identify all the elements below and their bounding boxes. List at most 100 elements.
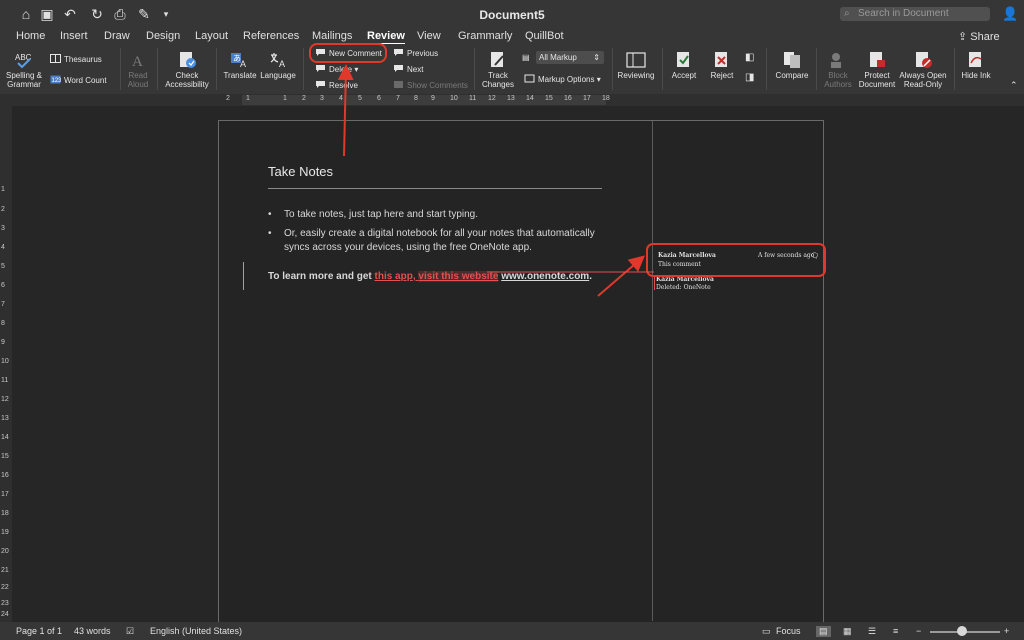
web-layout-view-icon[interactable]: ▦ (843, 626, 852, 637)
focus-mode-button[interactable]: Focus (776, 626, 801, 636)
body-paragraph[interactable]: To learn more and get this app, visit th… (268, 271, 592, 282)
outline-view-icon[interactable]: ☰ (868, 626, 876, 637)
zoom-slider-thumb[interactable] (957, 626, 967, 636)
reviewing-pane-button[interactable]: Reviewing (614, 51, 658, 80)
previous-icon (394, 49, 403, 56)
tab-review[interactable]: Review (367, 30, 405, 45)
ruler-number: 2 (226, 95, 230, 102)
tab-design[interactable]: Design (146, 30, 180, 42)
chevron-down-icon: ▾ (596, 75, 601, 84)
always-open-read-only-button[interactable]: Always Open Read-Only (898, 51, 948, 89)
new-comment-button[interactable]: New Comment (315, 48, 382, 59)
focus-icon[interactable]: ▭ (762, 626, 771, 637)
tab-view[interactable]: View (417, 30, 441, 42)
ruler-number: 17 (583, 95, 591, 102)
ruler-number: 1 (1, 186, 5, 193)
collapse-ribbon-icon[interactable]: ⌃ (1010, 80, 1018, 91)
ribbon-separator (954, 48, 955, 90)
delete-comment-button[interactable]: Delete ▾ (315, 64, 358, 75)
paragraph-text: . (589, 271, 592, 282)
print-layout-view-icon[interactable]: ▤ (816, 626, 831, 637)
ruler-number: 8 (414, 95, 418, 102)
read-aloud-label-2: Aloud (127, 80, 149, 89)
draft-view-icon[interactable]: ≡ (893, 626, 898, 636)
ruler-number: 7 (1, 301, 5, 308)
ruler-number: 9 (1, 339, 5, 346)
accept-button[interactable]: Accept (666, 51, 702, 80)
zoom-in-icon[interactable]: + (1004, 626, 1009, 636)
ribbon-separator (303, 48, 304, 90)
next-label: Next (407, 65, 424, 74)
ruler-number: 18 (602, 95, 610, 102)
tab-grammarly[interactable]: Grammarly (458, 30, 512, 42)
search-input[interactable]: ⌕ Search in Document (840, 7, 990, 21)
tab-references[interactable]: References (243, 30, 299, 42)
tab-home[interactable]: Home (16, 30, 45, 42)
ruler-number: 18 (1, 510, 9, 517)
reject-button[interactable]: Reject (704, 51, 740, 80)
word-count[interactable]: 43 words (74, 626, 111, 636)
tab-quillbot[interactable]: QuillBot (525, 30, 564, 42)
account-icon[interactable]: 👤 (1002, 6, 1018, 21)
hyperlink[interactable]: www.onenote.com (501, 271, 589, 282)
tab-draw[interactable]: Draw (104, 30, 130, 42)
reply-icon[interactable]: 🗨 (810, 252, 819, 260)
compare-button[interactable]: Compare (770, 51, 814, 80)
word-count-button[interactable]: 123 Word Count (50, 75, 107, 86)
markup-icon: ▤ (522, 53, 530, 62)
compare-icon (784, 52, 800, 68)
thesaurus-button[interactable]: Thesaurus (50, 54, 102, 65)
ruler-number: 20 (1, 548, 9, 555)
ruler-number: 23 (1, 600, 9, 607)
deletion-text: Deleted: OneNote (656, 284, 711, 291)
read-aloud-button[interactable]: A Read Aloud (124, 51, 152, 89)
ruler-number: 22 (1, 584, 9, 591)
tab-insert[interactable]: Insert (60, 30, 88, 42)
ribbon-separator (157, 48, 158, 90)
tab-layout[interactable]: Layout (195, 30, 228, 42)
ruler-number: 9 (431, 95, 435, 102)
word-count-label: Word Count (64, 76, 107, 85)
block-authors-button[interactable]: Block Authors (818, 51, 858, 89)
markup-options-button[interactable]: Markup Options ▾ (524, 74, 601, 85)
ribbon-separator (816, 48, 817, 90)
tab-mailings[interactable]: Mailings (312, 30, 352, 42)
comment-text[interactable]: This comment (658, 261, 701, 268)
share-button[interactable]: ⇪ Share (958, 30, 1000, 43)
delete-label: Delete (329, 65, 353, 74)
track-changes-button[interactable]: Track Changes (478, 51, 518, 89)
language-status[interactable]: English (United States) (150, 626, 242, 636)
check-accessibility-button[interactable]: Check Accessibility (162, 51, 212, 89)
previous-change-icon[interactable]: ◧ (745, 52, 754, 63)
paragraph-text: To learn more and get (268, 271, 375, 282)
show-comments-button[interactable]: Show Comments (393, 80, 468, 91)
previous-comment-button[interactable]: Previous (393, 48, 438, 59)
next-comment-button[interactable]: Next (393, 64, 423, 75)
markup-dropdown[interactable]: All Markup ⇕ (536, 51, 604, 64)
read-only-icon (916, 52, 932, 68)
list-item-text: To take notes, just tap here and start t… (284, 209, 479, 220)
zoom-out-icon[interactable]: − (916, 626, 921, 636)
page-count[interactable]: Page 1 of 1 (16, 626, 62, 636)
ruler-number: 13 (507, 95, 515, 102)
ruler-number: 11 (469, 95, 477, 102)
language-button[interactable]: A Language (258, 51, 298, 80)
resolve-button[interactable]: Resolve (315, 80, 358, 91)
ruler-number: 17 (1, 491, 9, 498)
document-page[interactable] (218, 120, 824, 632)
markup-options-icon (524, 74, 535, 83)
resolve-label: Resolve (329, 81, 358, 90)
delete-comment-icon (316, 65, 325, 72)
spelling-grammar-button[interactable]: ABC Spelling & Grammar (4, 51, 44, 89)
protect-document-button[interactable]: Protect Document (856, 51, 898, 89)
document-heading[interactable]: Take Notes (268, 164, 333, 179)
ruler-number: 5 (358, 95, 362, 102)
svg-text:123: 123 (52, 78, 62, 84)
ribbon-separator (612, 48, 613, 90)
translate-icon: あA (231, 53, 246, 69)
proofing-icon[interactable]: ☑ (126, 626, 134, 637)
next-change-icon[interactable]: ◨ (745, 72, 754, 83)
spelling-label-2: Grammar (7, 80, 41, 89)
translate-button[interactable]: あA Translate (220, 51, 260, 80)
hide-ink-button[interactable]: Hide Ink (956, 51, 996, 80)
